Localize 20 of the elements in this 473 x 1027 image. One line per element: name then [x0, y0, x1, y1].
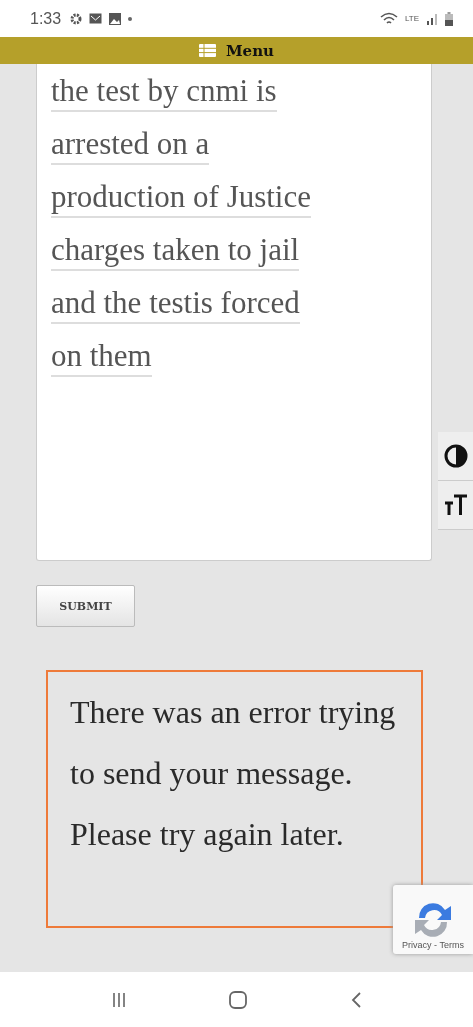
menu-button[interactable]: Menu	[199, 41, 274, 60]
submit-button[interactable]: SUBMIT	[36, 585, 135, 627]
status-time: 1:33	[30, 9, 62, 28]
list-icon	[199, 44, 216, 57]
image-icon	[109, 12, 122, 25]
battery-icon	[445, 11, 453, 26]
text-size-icon	[443, 493, 468, 517]
message-field[interactable]: the test by cnmi is arrested on a production of Justice charges taken to jail and the testis forced on them	[36, 64, 432, 561]
back-icon[interactable]	[349, 991, 362, 1008]
home-icon[interactable]	[229, 990, 248, 1009]
network-label: LTE	[404, 14, 419, 23]
privacy-terms-link[interactable]: Privacy - Terms	[402, 940, 464, 950]
dot-icon	[128, 16, 133, 21]
wifi-icon	[379, 11, 398, 26]
recent-apps-icon[interactable]	[111, 991, 128, 1008]
signal-icon	[426, 12, 438, 25]
contrast-icon	[443, 444, 468, 468]
mail-icon	[89, 13, 103, 24]
error-message: There was an error trying to send your message. Please try again later.	[46, 670, 423, 928]
recaptcha-badge[interactable]: Privacy - Terms	[393, 885, 473, 954]
